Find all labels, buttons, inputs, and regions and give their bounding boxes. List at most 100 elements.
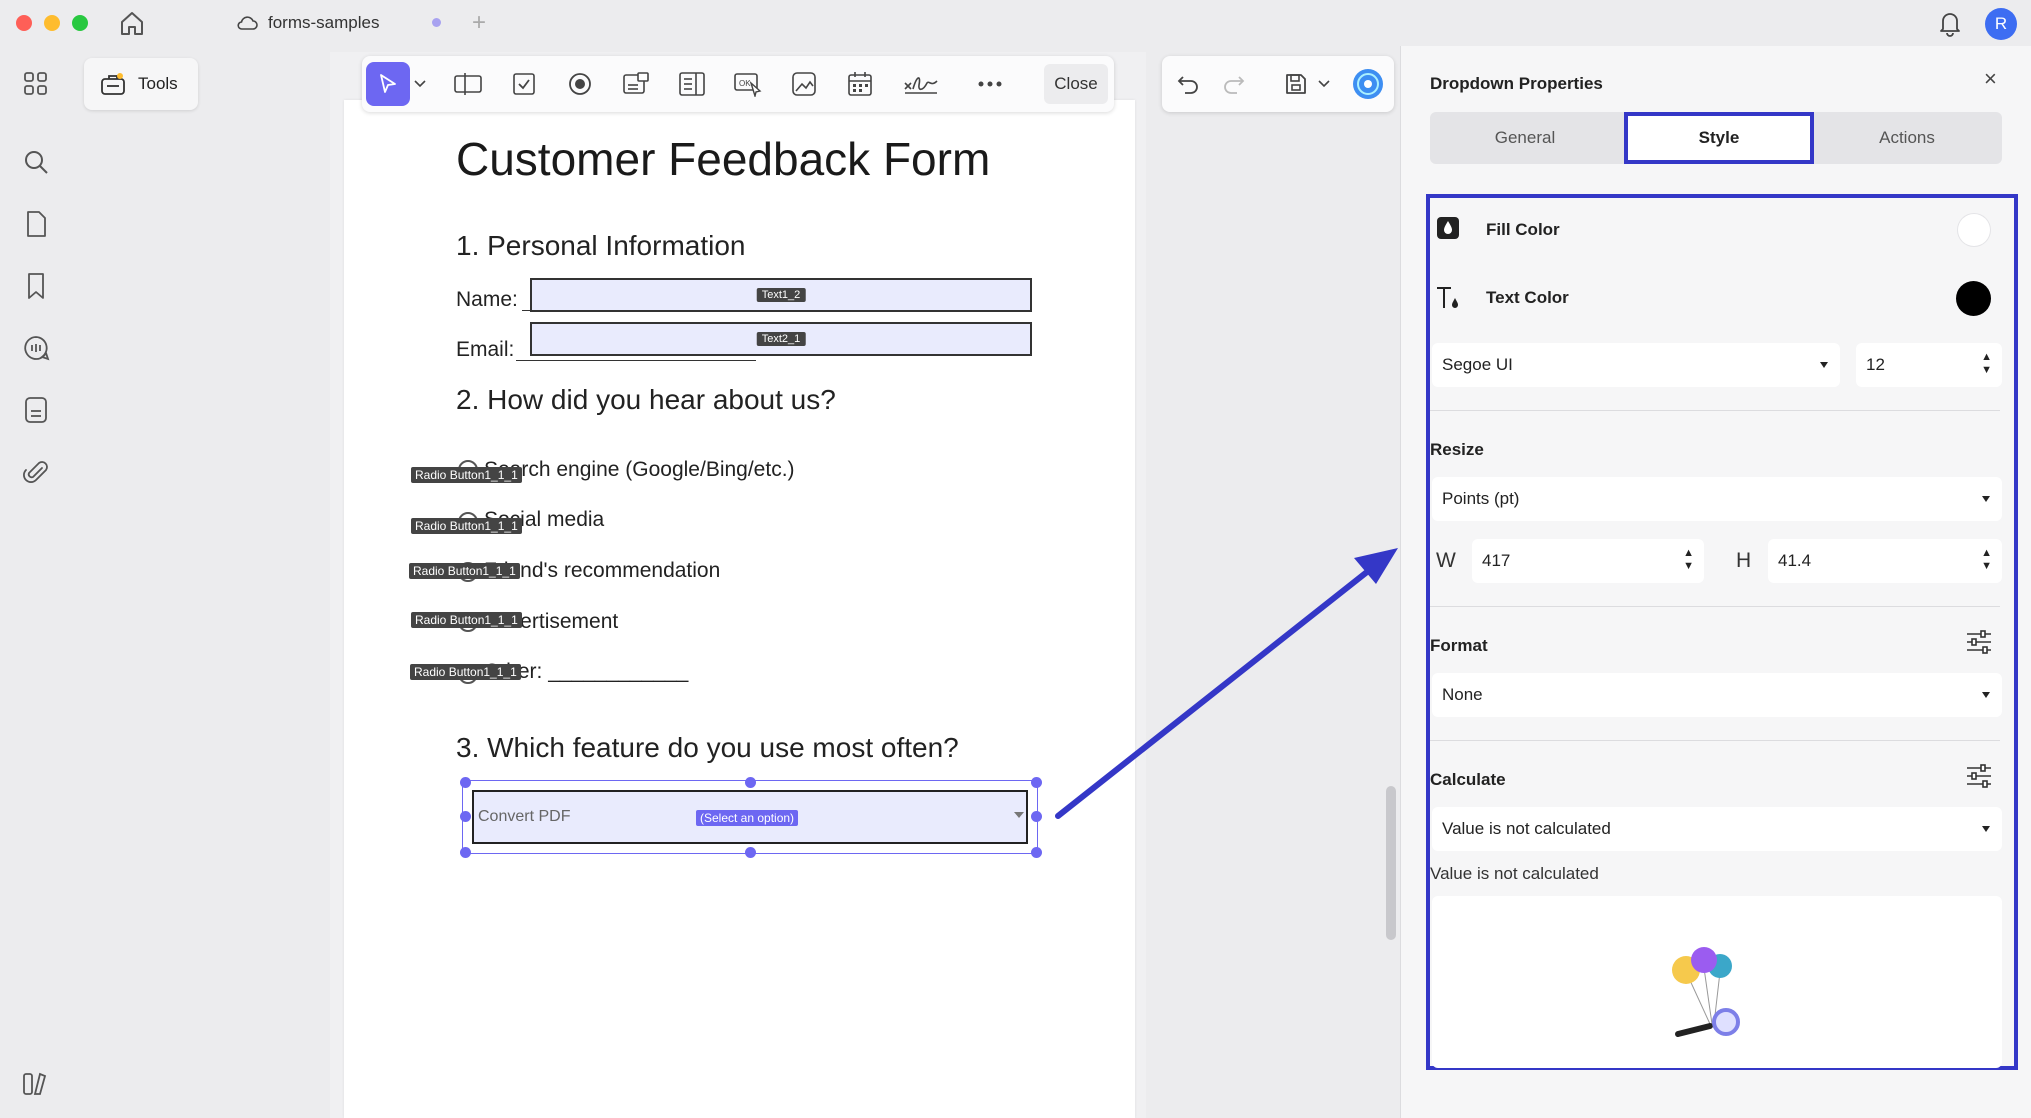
signature-icon[interactable] [902, 68, 940, 100]
dropdown-value: Convert PDF [478, 808, 571, 825]
stepper-icon[interactable]: ▲ ▼ [1683, 547, 1694, 573]
redo-icon[interactable] [1218, 68, 1250, 100]
height-value: 41.4 [1778, 551, 1812, 570]
radio-field-tag: Radio Button1_1_1 [411, 467, 522, 483]
feature-dropdown[interactable]: Convert PDF (Select an option) [472, 790, 1028, 844]
font-size-input[interactable]: 12 ▲ ▼ [1856, 343, 2002, 387]
font-value: Segoe UI [1442, 355, 1513, 374]
close-icon[interactable]: × [1984, 66, 1997, 92]
calendar-icon[interactable] [844, 68, 876, 100]
bookmark-icon[interactable] [20, 270, 52, 302]
field-tag: Text1_2 [756, 288, 806, 302]
select-tool-button[interactable] [366, 62, 410, 106]
divider [1430, 410, 2000, 411]
height-input[interactable]: 41.4 ▲ ▼ [1768, 539, 2002, 583]
chevron-down-icon[interactable] [410, 68, 430, 100]
divider [1430, 606, 2000, 607]
cursor-icon [380, 74, 396, 93]
email-underline [516, 360, 756, 361]
balloons-illustration-icon [1666, 946, 1766, 1047]
tools-button[interactable]: Tools [84, 58, 198, 110]
resize-handle[interactable] [460, 777, 471, 788]
window-zoom-button[interactable] [72, 15, 88, 31]
text-color-swatch[interactable] [1956, 281, 1991, 316]
forms-icon[interactable] [20, 394, 52, 426]
sidebar-toggle-icon[interactable] [20, 1070, 52, 1102]
caret-down-icon [1014, 812, 1024, 818]
scrollbar[interactable] [1386, 786, 1396, 940]
page-icon[interactable] [20, 208, 52, 240]
cloud-icon [237, 16, 258, 30]
name-text-field[interactable]: Text1_2 [530, 278, 1032, 312]
apps-grid-icon[interactable] [20, 68, 52, 100]
attachment-icon[interactable] [20, 456, 52, 488]
fill-color-icon [1436, 216, 1460, 245]
left-sidebar [0, 46, 76, 1118]
resize-handle[interactable] [460, 847, 471, 858]
resize-handle[interactable] [745, 847, 756, 858]
email-text-field[interactable]: Text2_1 [530, 322, 1032, 356]
window-close-button[interactable] [16, 15, 32, 31]
radio-field-tag: Radio Button1_1_1 [411, 518, 522, 534]
panel-title: Dropdown Properties [1430, 74, 1603, 93]
option-search-engine: Search engine (Google/Bing/etc.) [484, 458, 795, 481]
section-hear-about: 2. How did you hear about us? [456, 384, 836, 415]
section-personal-info: 1. Personal Information [456, 230, 746, 261]
bell-icon[interactable] [1936, 8, 1964, 38]
tab-style[interactable]: Style [1624, 112, 1814, 164]
chevron-down-icon[interactable] [1314, 68, 1334, 100]
checkbox-tool-icon[interactable] [508, 68, 540, 100]
section-feature: 3. Which feature do you use most often? [456, 732, 959, 763]
text-field-tool-icon[interactable] [452, 68, 484, 100]
resize-handle[interactable] [745, 777, 756, 788]
unit-select[interactable]: Points (pt) [1432, 477, 2002, 521]
svg-text:OK: OK [739, 79, 751, 88]
divider [1430, 740, 2000, 741]
tab-actions[interactable]: Actions [1812, 112, 2002, 164]
radio-tool-icon[interactable] [564, 68, 596, 100]
resize-handle[interactable] [1031, 847, 1042, 858]
ai-assistant-icon[interactable] [1352, 68, 1384, 100]
resize-handle[interactable] [460, 811, 471, 822]
new-tab-button[interactable]: + [472, 8, 486, 38]
close-button[interactable]: Close [1044, 64, 1108, 104]
image-field-tool-icon[interactable] [788, 68, 820, 100]
avatar[interactable]: R [1985, 8, 2017, 40]
form-title: Customer Feedback Form [456, 133, 991, 185]
document-tab[interactable]: forms-samples [236, 8, 379, 38]
width-input[interactable]: 417 ▲ ▼ [1472, 539, 1704, 583]
caret-down-icon [1982, 826, 1990, 832]
form-toolbar: OK Close [362, 56, 1114, 112]
stepper-icon[interactable]: ▲ ▼ [1981, 351, 1992, 377]
properties-tabs: General Style Actions [1430, 112, 2002, 164]
search-icon[interactable] [20, 146, 52, 178]
fill-color-swatch[interactable] [1958, 214, 1990, 246]
caret-down-icon [1982, 496, 1990, 502]
email-label: Email: [456, 338, 515, 361]
stepper-icon[interactable]: ▲ ▼ [1981, 547, 1992, 573]
home-icon[interactable] [116, 8, 148, 38]
comment-icon[interactable] [20, 332, 52, 364]
calculate-select[interactable]: Value is not calculated [1432, 807, 2002, 851]
more-icon[interactable] [974, 68, 1006, 100]
width-label: W [1436, 549, 1456, 572]
window-minimize-button[interactable] [44, 15, 60, 31]
list-box-tool-icon[interactable] [676, 68, 708, 100]
format-value: None [1442, 685, 1483, 704]
resize-handle[interactable] [1031, 811, 1042, 822]
resize-handle[interactable] [1031, 777, 1042, 788]
format-select[interactable]: None [1432, 673, 2002, 717]
empty-state-card [1432, 896, 2002, 1068]
combo-box-tool-icon[interactable] [620, 68, 652, 100]
sliders-icon[interactable] [1966, 764, 1992, 793]
font-select[interactable]: Segoe UI [1432, 343, 1840, 387]
sliders-icon[interactable] [1966, 630, 1992, 659]
tab-general[interactable]: General [1430, 112, 1620, 164]
save-icon[interactable] [1280, 68, 1312, 100]
unsaved-indicator [432, 18, 441, 27]
resize-label: Resize [1430, 440, 1484, 459]
caret-down-icon [1982, 692, 1990, 698]
undo-icon[interactable] [1172, 68, 1204, 100]
document-tab-label: forms-samples [268, 13, 380, 32]
button-tool-icon[interactable]: OK [732, 68, 764, 100]
